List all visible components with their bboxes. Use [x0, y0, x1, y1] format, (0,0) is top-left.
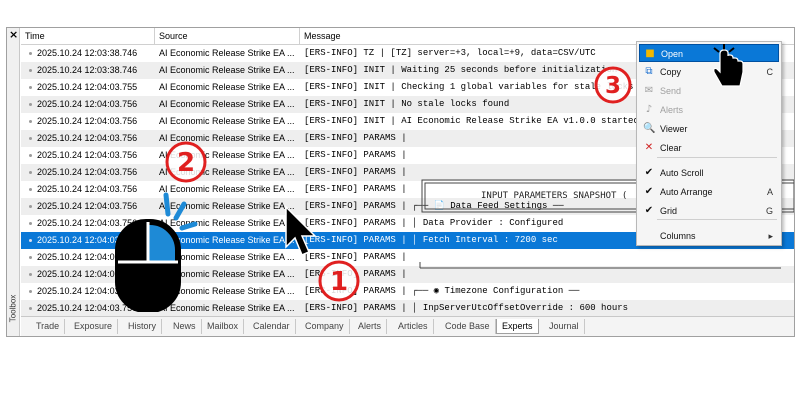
tab-calendar[interactable]: Calendar [248, 319, 296, 334]
tab-history[interactable]: History [123, 319, 163, 334]
tab-trade[interactable]: Trade [31, 319, 66, 334]
menu-item-label: Grid [660, 206, 678, 216]
row-time: 2025.10.24 12:03:38.746 [27, 45, 153, 62]
column-header-time[interactable]: Time [21, 28, 155, 45]
row-message: [ERS-INFO] PARAMS | │ InpServerUtcOffset… [304, 303, 629, 313]
copy-icon: ⧉ [645, 66, 653, 77]
menu-item-auto-arrange[interactable]: ✔ Auto Arrange A [639, 183, 779, 201]
menu-item-auto-scroll[interactable]: ✔ Auto Scroll [639, 164, 779, 182]
menu-item-label: Open [661, 49, 684, 59]
tab-code-base[interactable]: Code Base [440, 319, 496, 334]
menu-shortcut: A [766, 187, 773, 197]
menu-shortcut: C [766, 67, 774, 77]
tab-mailbox[interactable]: Mailbox [202, 319, 245, 334]
menu-item-copy[interactable]: ⧉ Copy C [639, 63, 779, 81]
mouse-right-click-icon [115, 192, 198, 312]
row-time: 2025.10.24 12:04:03.756 [27, 113, 153, 130]
tab-alerts[interactable]: Alerts [353, 319, 388, 334]
svg-text:2: 2 [177, 148, 195, 178]
toolbox-label: Toolbox [8, 294, 18, 323]
submenu-arrow-icon: ▸ [768, 231, 773, 241]
tab-journal[interactable]: Journal [544, 319, 585, 334]
row-source: AI Economic Release Strike EA ... [159, 99, 295, 109]
menu-item-label: Copy [660, 67, 682, 77]
toolbox-strip: × Toolbox [7, 28, 20, 336]
bottom-tab-bar: Trade Exposure History News Mailbox Calendar C… [21, 316, 794, 336]
folder-icon: ■ [645, 48, 655, 59]
menu-item-label: Auto Arrange [660, 187, 713, 197]
menu-item-alerts: ♪ Alerts [639, 101, 779, 119]
context-menu: ■ Open ⧉ Copy C ✉ Send ♪ Alerts 🔍 Viewer ✕ Clear ✔ Aut… [636, 41, 782, 246]
menu-item-viewer[interactable]: 🔍 Viewer [639, 120, 779, 138]
row-time: 2025.10.24 12:04:03.756 [27, 164, 153, 181]
bell-icon: ♪ [645, 104, 653, 115]
menu-item-send: ✉ Send [639, 82, 779, 100]
menu-item-columns[interactable]: Columns ▸ [639, 227, 779, 245]
row-source: AI Economic Release Strike EA ... [159, 116, 295, 126]
svg-text:3: 3 [605, 73, 621, 99]
menu-item-open[interactable]: ■ Open [639, 44, 779, 62]
menu-item-clear[interactable]: ✕ Clear [639, 139, 779, 157]
svg-text:1: 1 [330, 267, 348, 297]
tab-experts[interactable]: Experts [496, 319, 539, 334]
step-badge-1: ① 1 [316, 258, 362, 304]
row-message: [ERS-INFO] PARAMS | [304, 269, 407, 279]
tab-articles[interactable]: Articles [393, 319, 434, 334]
menu-item-grid[interactable]: ✔ Grid G [639, 202, 779, 220]
clear-icon: ✕ [644, 142, 654, 153]
menu-separator [657, 157, 777, 158]
row-message: [ERS-INFO] PARAMS | [304, 252, 407, 262]
menu-item-label: Clear [660, 143, 682, 153]
row-source: AI Economic Release Strike EA ... [159, 48, 295, 58]
close-icon[interactable]: × [9, 28, 18, 42]
menu-item-label: Columns [660, 231, 696, 241]
row-source: AI Economic Release Strike EA ... [159, 65, 295, 75]
viewer-icon: 🔍 [643, 123, 656, 134]
check-icon: ✔ [644, 186, 654, 197]
arrow-cursor-icon [285, 205, 317, 256]
row-time: 2025.10.24 12:04:03.756 [27, 147, 153, 164]
row-time: 2025.10.24 12:04:03.756 [27, 96, 153, 113]
menu-shortcut: G [765, 206, 773, 216]
menu-separator [657, 219, 777, 220]
column-header-source[interactable]: Source [155, 28, 300, 45]
row-message: [ERS-INFO] PARAMS | ┌── ◉ Timezone Confi… [304, 286, 580, 296]
tab-news[interactable]: News [168, 319, 202, 334]
menu-item-label: Send [660, 86, 682, 96]
check-icon: ✔ [644, 167, 654, 178]
tab-company[interactable]: Company [300, 319, 350, 334]
menu-item-label: Alerts [660, 105, 684, 115]
step-badge-3: 3 ③ [592, 64, 634, 106]
menu-item-label: Auto Scroll [660, 168, 704, 178]
row-source: AI Economic Release Strike EA ... [159, 82, 295, 92]
menu-item-label: Viewer [660, 124, 688, 134]
check-icon: ✔ [644, 205, 654, 216]
row-time: 2025.10.24 12:04:03.756 [27, 130, 153, 147]
row-time: 2025.10.24 12:04:03.755 [27, 79, 153, 96]
tab-exposure[interactable]: Exposure [69, 319, 119, 334]
params-snapshot-title: INPUT PARAMETERS SNAPSHOT ( [481, 191, 628, 201]
hand-pointer-icon [713, 44, 744, 87]
row-time: 2025.10.24 12:03:38.746 [27, 62, 153, 79]
envelope-icon: ✉ [644, 85, 654, 96]
step-badge-2: 2 ② [163, 139, 209, 185]
